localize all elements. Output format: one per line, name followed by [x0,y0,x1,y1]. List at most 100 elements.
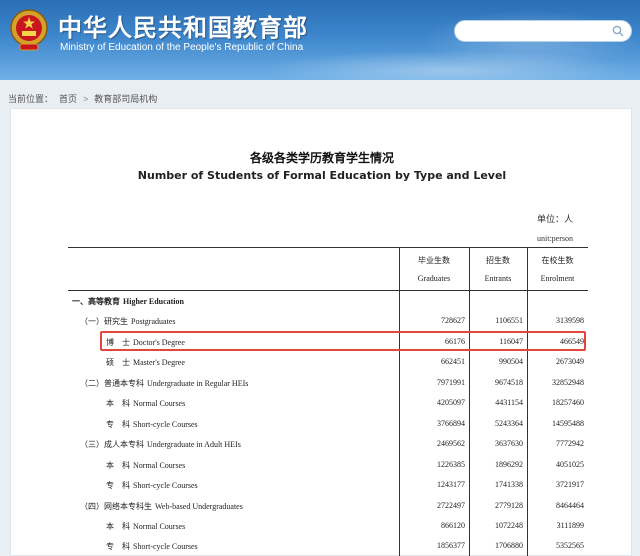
cell-enrolment: 18257460 [552,398,584,408]
cell-entrants: 9674518 [495,377,523,387]
row-label: 硕 士 Master's Degree [106,357,185,368]
cell-entrants: 1106551 [495,316,523,326]
row-label-en: Undergraduate in Adult HEIs [147,440,241,450]
cell-graduates: 3766894 [437,418,465,428]
cell-entrants: 2779128 [495,500,523,510]
row-label-cn: 专 科 [106,542,130,552]
cell-entrants: 990504 [499,357,523,367]
row-label-cn: （三）成人本专科 [80,440,144,450]
cell-graduates: 2469562 [437,439,465,449]
cell-graduates: 1243177 [437,480,465,490]
column-header-cn: 在校生数 [541,256,574,265]
row-label-en: Normal Courses [133,521,186,531]
cell-enrolment: 5352565 [556,541,584,551]
column-header-graduates: 毕业生数 Graduates [399,247,469,290]
row-label-cn: 硕 士 [106,358,130,368]
cell-entrants: 1741338 [495,480,523,490]
cell-enrolment: 7772942 [556,439,584,449]
row-label: 本 科 Normal Courses [106,398,185,409]
table-row: 专 科 Short-cycle Courses 1856377 1706880 5352… [68,536,588,556]
table-row: 专 科 Short-cycle Courses 3766894 5243364 1459… [68,414,588,434]
breadcrumb-separator: > [83,94,89,104]
row-label-cn: 本 科 [106,460,130,470]
cell-entrants: 1072248 [495,520,523,530]
cell-graduates: 4205097 [437,398,465,408]
row-label: （四）网络本专科生 Web-based Undergraduates [80,501,243,512]
cell-enrolment: 14595488 [552,418,584,428]
row-label-en: Undergraduate in Regular HEIs [147,378,249,388]
row-label: 专 科 Short-cycle Courses [106,541,198,552]
row-label-en: Normal Courses [133,399,186,409]
column-header-enrolment: 在校生数 Enrolment [527,247,588,290]
breadcrumb-home-link[interactable]: 首页 [59,94,77,104]
column-header-entrants: 招生数 Entrants [469,247,527,290]
column-header-en: Enrolment [540,274,575,283]
table-row: （一）研究生 Postgraduates 728627 1106551 3139598 [68,311,588,331]
page-title-cn: 各级各类学历教育学生情况 [249,151,394,165]
cell-enrolment: 2673049 [556,357,584,367]
column-header-en: Graduates [417,274,451,283]
breadcrumb-prefix: 当前位置： [8,94,54,104]
row-label-cn: 一、高等教育 [72,297,120,306]
cell-enrolment: 32852948 [552,377,584,387]
cell-graduates: 728627 [441,316,465,326]
column-header-en: Entrants [484,274,512,283]
table-row: 本 科 Normal Courses 4205097 4431154 18257460 [68,393,588,413]
doctor-degree-highlight [100,331,586,351]
column-header-cn: 招生数 [486,256,510,265]
row-label-cn: 专 科 [106,481,130,491]
table-row: 本 科 Normal Courses 1226385 1896292 4051025 [68,455,588,475]
cell-entrants: 1706880 [495,541,523,551]
cell-entrants: 3637630 [495,439,523,449]
column-header-cn: 毕业生数 [418,256,450,265]
cell-graduates: 866120 [441,520,465,530]
breadcrumb: 当前位置： 首页 > 教育部司局机构 [0,80,640,108]
unit-label-cn: 单位：人 [536,215,573,225]
row-label-en: Web-based Undergraduates [155,501,243,511]
cell-entrants: 4431154 [495,398,523,408]
table-row: 专 科 Short-cycle Courses 1243177 1741338 3721… [68,475,588,495]
row-label: 本 科 Normal Courses [106,460,185,471]
cell-enrolment: 8464464 [556,500,584,510]
cell-enrolment: 3139598 [556,316,584,326]
row-label: （三）成人本专科 Undergraduate in Adult HEIs [80,439,241,450]
row-label: 专 科 Short-cycle Courses [106,419,198,430]
row-label-cn: （四）网络本专科生 [80,501,152,511]
row-label-en: Short-cycle Courses [133,542,198,552]
page-title-en: Number of Students of Formal Education b… [137,169,507,182]
cell-enrolment: 3721917 [556,480,584,490]
cell-graduates: 2722497 [437,500,465,510]
table-row: （二）普通本专科 Undergraduate in Regular HEIs 797… [68,373,588,393]
cell-enrolment: 3111899 [556,520,584,530]
row-label-cn: 本 科 [106,399,130,409]
unit-label-en: unit:person [537,234,573,243]
breadcrumb-department-link[interactable]: 教育部司局机构 [94,94,157,104]
table-row: 本 科 Normal Courses 866120 1072248 3111899 [68,516,588,536]
row-label-cn: （一）研究生 [80,317,128,327]
cell-graduates: 7971991 [437,377,465,387]
search-icon[interactable] [612,25,624,37]
row-label-cn: （二）普通本专科 [80,378,144,388]
table-row: 一、高等教育 Higher Education [68,291,588,311]
cell-graduates: 1226385 [437,459,465,469]
row-label: （一）研究生 Postgraduates [80,316,175,327]
row-label-en: Master's Degree [133,358,185,368]
row-label: 一、高等教育 Higher Education [72,296,184,307]
row-label: （二）普通本专科 Undergraduate in Regular HEIs [80,378,248,389]
row-label-en: Normal Courses [133,460,186,470]
content-panel: 各级各类学历教育学生情况 Number of Students of Forma… [10,108,632,556]
site-title-en: Ministry of Education of the People's Re… [60,42,304,53]
row-label-en: Postgraduates [131,317,176,327]
row-label-en: Higher Education [123,297,184,306]
site-title-cn[interactable]: 中华人民共和国教育部 [58,8,308,43]
cell-entrants: 5243364 [495,418,523,428]
table-row: （四）网络本专科生 Web-based Undergraduates 2722497… [68,496,588,516]
cell-enrolment: 4051025 [556,459,584,469]
cell-entrants: 1896292 [495,459,523,469]
search-box[interactable] [454,20,632,42]
cell-graduates: 1856377 [437,541,465,551]
row-label: 本 科 Normal Courses [106,521,185,532]
national-emblem-icon[interactable] [8,6,50,54]
table-row: （三）成人本专科 Undergraduate in Adult HEIs 24695… [68,434,588,454]
row-label-cn: 本 科 [106,521,130,531]
